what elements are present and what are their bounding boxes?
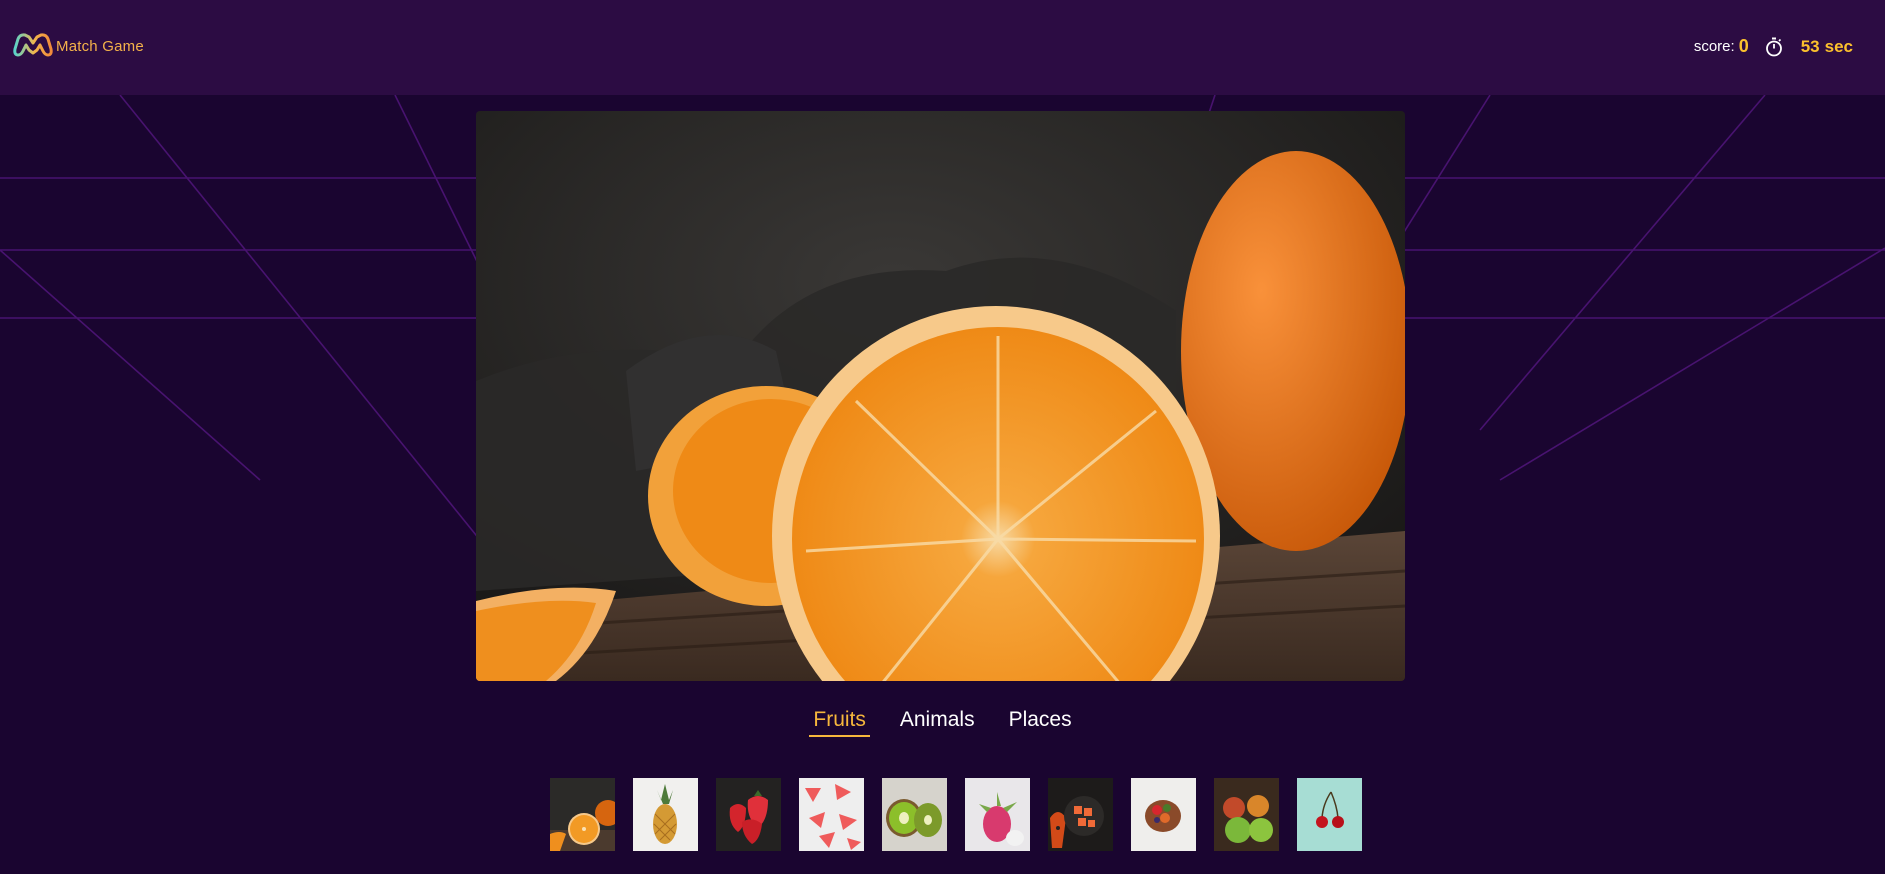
tab-animals[interactable]: Animals <box>896 706 979 737</box>
thumbnail-pineapple[interactable] <box>633 778 698 851</box>
thumbnail-orange[interactable] <box>550 778 615 851</box>
top-navbar: Match Game score: 0 53 sec <box>0 0 1885 95</box>
game-stats: score: 0 53 sec <box>1694 36 1853 57</box>
thumbnail-strawberry[interactable] <box>716 778 781 851</box>
tab-places[interactable]: Places <box>1005 706 1076 737</box>
app-title: Match Game <box>56 37 144 55</box>
thumbnail-strip <box>550 778 1362 851</box>
thumbnail-kiwi[interactable] <box>882 778 947 851</box>
score-value: 0 <box>1738 36 1749 56</box>
category-tabs: Fruits Animals Places <box>0 706 1885 737</box>
thumbnail-apple[interactable] <box>1214 778 1279 851</box>
thumbnail-cherry[interactable] <box>1297 778 1362 851</box>
gamepad-m-logo-icon <box>13 33 53 57</box>
tab-fruits[interactable]: Fruits <box>809 706 870 737</box>
thumbnail-watermelon[interactable] <box>799 778 864 851</box>
thumbnail-papaya[interactable] <box>1048 778 1113 851</box>
main-puzzle-image[interactable] <box>476 111 1405 681</box>
app-logo[interactable]: Match Game <box>12 31 144 61</box>
timer-unit: sec <box>1824 36 1853 56</box>
score-label: score: <box>1693 38 1735 55</box>
timer-value: 53 <box>1800 36 1820 56</box>
thumbnail-fruit-bowl[interactable] <box>1131 778 1196 851</box>
thumbnail-dragonfruit[interactable] <box>965 778 1030 851</box>
stopwatch-icon <box>1765 37 1782 56</box>
